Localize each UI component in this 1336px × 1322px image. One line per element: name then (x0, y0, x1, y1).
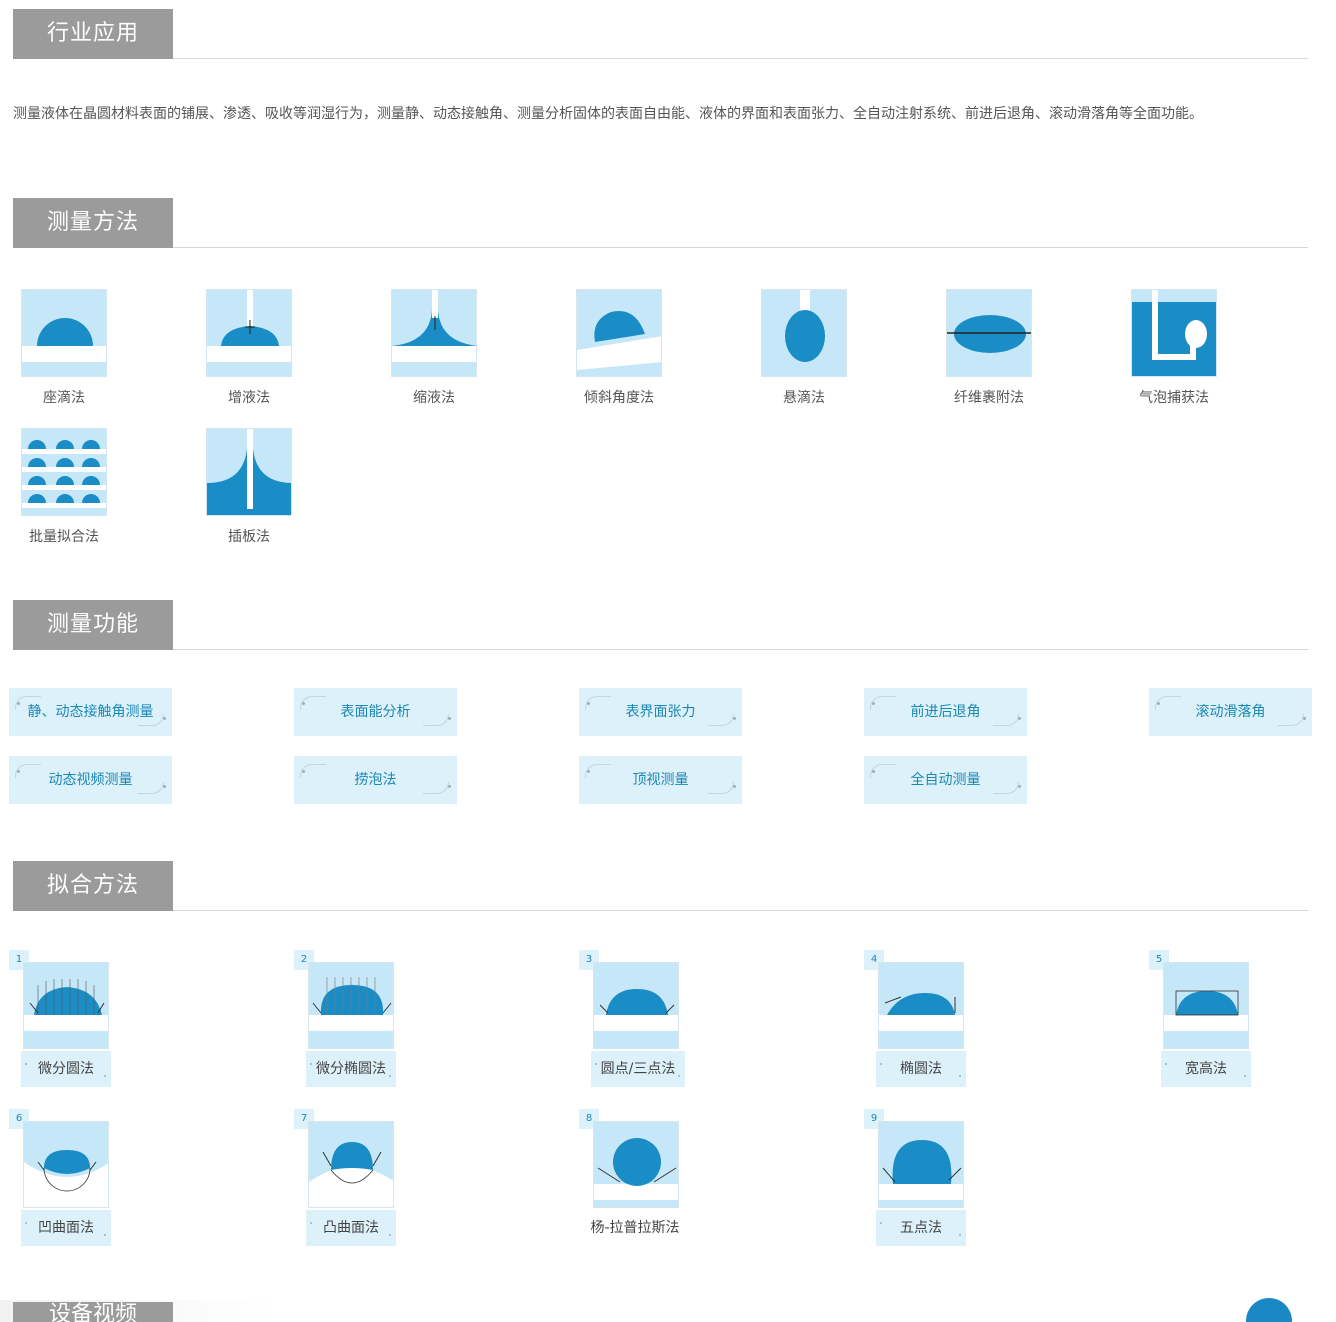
fitting-label: 圆点/三点法 (600, 1061, 676, 1077)
function-label: 全自动测量 (910, 772, 981, 788)
three-point-icon (593, 962, 679, 1049)
method-label: 批量拟合法 (29, 529, 99, 545)
differential-circle-icon (23, 962, 109, 1049)
method-label: 缩液法 (413, 390, 455, 406)
fitting-label-box: 凸曲面法 (306, 1210, 396, 1246)
method-item[interactable]: 座滴法 (4, 289, 124, 407)
method-label: 纤维裹附法 (954, 390, 1024, 406)
add-liquid-icon (206, 289, 292, 377)
fitting-label: 杨-拉普拉斯法 (590, 1220, 680, 1236)
fitting-label: 五点法 (900, 1220, 942, 1236)
back-to-top-button[interactable] (1246, 1298, 1292, 1322)
fiber-wrap-icon (946, 289, 1032, 377)
fitting-item[interactable]: 8 杨-拉普拉斯法 (579, 1109, 699, 1249)
method-item[interactable]: 批量拟合法 (4, 428, 124, 546)
function-label: 静、动态接触角测量 (27, 704, 154, 720)
fitting-item[interactable]: 1 微分圆法 (9, 950, 129, 1090)
function-label: 顶视测量 (632, 772, 689, 788)
method-item[interactable]: 缩液法 (374, 289, 494, 407)
fitting-label-box: 椭圆法 (876, 1051, 966, 1087)
function-chip[interactable]: 表面能分析 (294, 688, 457, 736)
method-item[interactable]: 悬滴法 (744, 289, 864, 407)
method-item[interactable]: 增液法 (189, 289, 309, 407)
pendant-drop-icon (761, 289, 847, 377)
five-point-icon (878, 1121, 964, 1208)
fitting-item[interactable]: 6 凹曲面法 (9, 1109, 129, 1249)
method-label: 插板法 (228, 529, 270, 545)
function-chip[interactable]: 顶视测量 (579, 756, 742, 804)
section-header-fitting: 拟合方法 (13, 861, 1308, 911)
function-label: 表界面张力 (625, 704, 696, 720)
function-chip[interactable]: 滚动滑落角 (1149, 688, 1312, 736)
fitting-item[interactable]: 9 五点法 (864, 1109, 984, 1249)
section-header-device: 设备视频 (13, 1302, 173, 1322)
method-item[interactable]: 倾斜角度法 (559, 289, 679, 407)
fitting-label-box: 微分椭圆法 (306, 1051, 396, 1087)
fitting-item[interactable]: 2 微分椭圆法 (294, 950, 414, 1090)
fitting-label: 椭圆法 (900, 1061, 942, 1077)
width-height-icon (1163, 962, 1249, 1049)
captive-bubble-icon (1131, 289, 1217, 377)
method-item[interactable]: 气泡捕获法 (1114, 289, 1234, 407)
method-label: 增液法 (228, 390, 270, 406)
function-chip[interactable]: 动态视频测量 (9, 756, 172, 804)
ellipse-fit-icon (878, 962, 964, 1049)
fitting-label-box: 五点法 (876, 1210, 966, 1246)
fitting-label: 凹曲面法 (38, 1220, 94, 1236)
function-chip[interactable]: 表界面张力 (579, 688, 742, 736)
fitting-item[interactable]: 3 圆点/三点法 (579, 950, 699, 1090)
young-laplace-icon (593, 1121, 679, 1208)
function-chip[interactable]: 前进后退角 (864, 688, 1027, 736)
section-title-industry: 行业应用 (13, 9, 173, 59)
section-title-methods: 测量方法 (13, 198, 173, 248)
function-label: 滚动滑落角 (1195, 704, 1266, 720)
function-chip[interactable]: 全自动测量 (864, 756, 1027, 804)
fitting-item[interactable]: 7 凸曲面法 (294, 1109, 414, 1249)
function-chip[interactable]: 捞泡法 (294, 756, 457, 804)
method-item[interactable]: 纤维裹附法 (929, 289, 1049, 407)
concave-surface-icon (23, 1121, 109, 1208)
section-title-device: 设备视频 (48, 1302, 137, 1322)
convex-surface-icon (308, 1121, 394, 1208)
method-label: 气泡捕获法 (1139, 390, 1209, 406)
method-label: 倾斜角度法 (584, 390, 654, 406)
section-title-functions: 测量功能 (13, 600, 173, 650)
fitting-label: 宽高法 (1185, 1061, 1227, 1077)
batch-fit-icon (21, 428, 107, 516)
fitting-label: 凸曲面法 (323, 1220, 379, 1236)
section-title-fitting: 拟合方法 (13, 861, 173, 911)
fitting-item[interactable]: 5 宽高法 (1149, 950, 1269, 1090)
fitting-label-box: 微分圆法 (21, 1051, 111, 1087)
fitting-label: 微分椭圆法 (316, 1061, 386, 1077)
section-header-functions: 测量功能 (13, 600, 1308, 650)
function-chip[interactable]: 静、动态接触角测量 (9, 688, 172, 736)
function-label: 前进后退角 (910, 704, 981, 720)
sessile-drop-icon (21, 289, 107, 377)
intro-text: 测量液体在晶圆材料表面的铺展、渗透、吸收等润湿行为，测量静、动态接触角、测量分析… (13, 106, 1203, 122)
fitting-label-box: 宽高法 (1161, 1051, 1251, 1087)
function-label: 表面能分析 (340, 704, 411, 720)
section-header-industry: 行业应用 (13, 9, 1308, 59)
fitting-label-box: 凹曲面法 (21, 1210, 111, 1246)
fitting-label: 微分圆法 (38, 1061, 94, 1077)
withdraw-liquid-icon (391, 289, 477, 377)
fitting-label-box: 圆点/三点法 (591, 1051, 685, 1087)
section-header-methods: 测量方法 (13, 198, 1308, 248)
fitting-item[interactable]: 4 椭圆法 (864, 950, 984, 1090)
fitting-label-box: 杨-拉普拉斯法 (583, 1210, 687, 1246)
method-label: 座滴法 (43, 390, 85, 406)
function-label: 捞泡法 (354, 772, 397, 788)
method-item[interactable]: 插板法 (189, 428, 309, 546)
tilt-angle-icon (576, 289, 662, 377)
plate-method-icon (206, 428, 292, 516)
method-label: 悬滴法 (783, 390, 825, 406)
differential-ellipse-icon (308, 962, 394, 1049)
function-label: 动态视频测量 (48, 772, 133, 788)
